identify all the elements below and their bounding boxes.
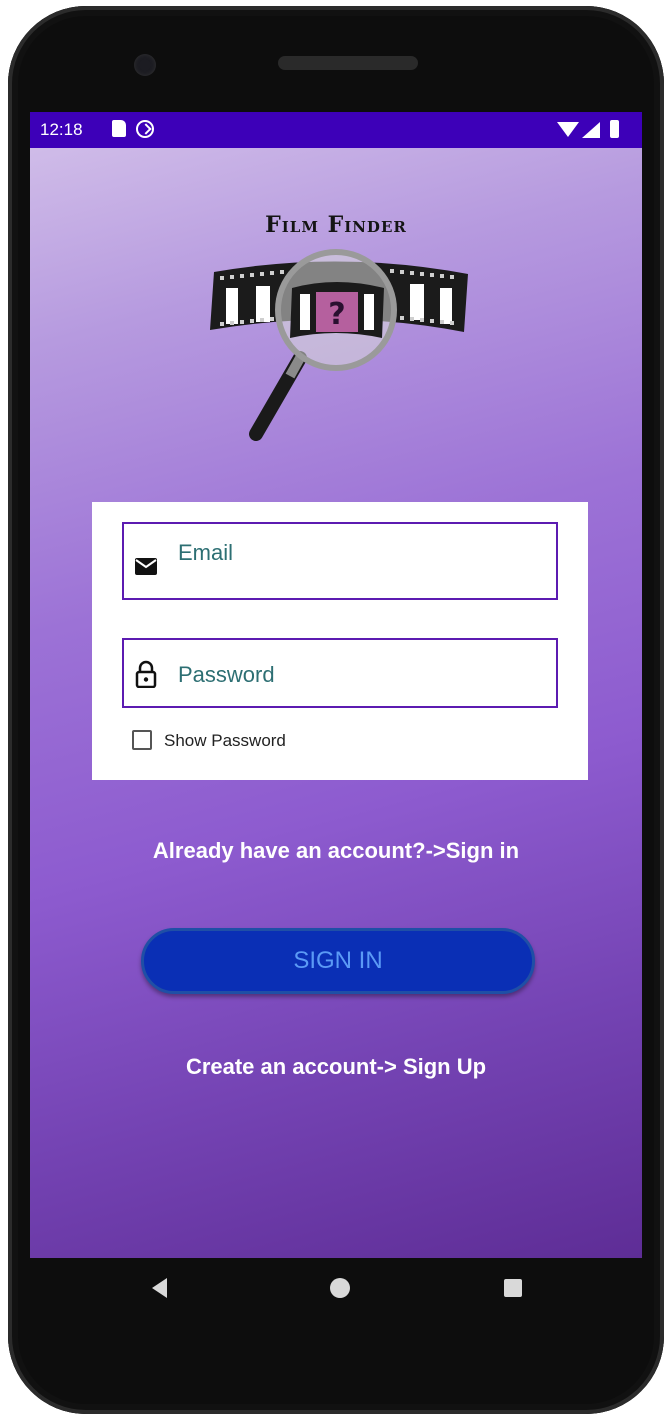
phone-top-bezel	[8, 6, 664, 116]
app-screen: 12:18 Film Finder ? Email Show Password …	[30, 112, 642, 1258]
show-password-checkbox[interactable]	[132, 730, 152, 750]
question-mark: ?	[328, 297, 345, 332]
email-icon	[135, 558, 157, 575]
front-camera	[134, 54, 156, 76]
recents-icon[interactable]	[504, 1279, 522, 1297]
password-input[interactable]	[178, 662, 538, 688]
login-card: Show Password	[92, 502, 588, 780]
navigation-bar	[30, 1258, 642, 1318]
signal-icon	[582, 122, 600, 138]
earpiece-speaker	[278, 56, 418, 70]
password-field[interactable]	[122, 638, 558, 708]
sign-in-link[interactable]: Already have an account?->Sign in	[30, 838, 642, 864]
status-bar: 12:18	[30, 112, 642, 148]
email-input[interactable]	[178, 540, 538, 566]
sign-up-link[interactable]: Create an account-> Sign Up	[30, 1054, 642, 1080]
back-icon[interactable]	[152, 1278, 167, 1298]
app-logo-title: Film Finder	[265, 212, 407, 238]
data-saver-icon	[136, 120, 154, 138]
lock-icon	[135, 660, 157, 688]
battery-icon	[610, 120, 619, 138]
email-field[interactable]	[122, 522, 558, 600]
film-magnifier-logo: ?	[210, 249, 468, 441]
sign-in-button[interactable]: SIGN IN	[141, 928, 535, 994]
wifi-icon	[557, 122, 579, 137]
home-icon[interactable]	[330, 1278, 350, 1298]
sd-card-icon	[112, 120, 126, 137]
status-time: 12:18	[40, 120, 83, 139]
show-password-label: Show Password	[164, 731, 286, 750]
